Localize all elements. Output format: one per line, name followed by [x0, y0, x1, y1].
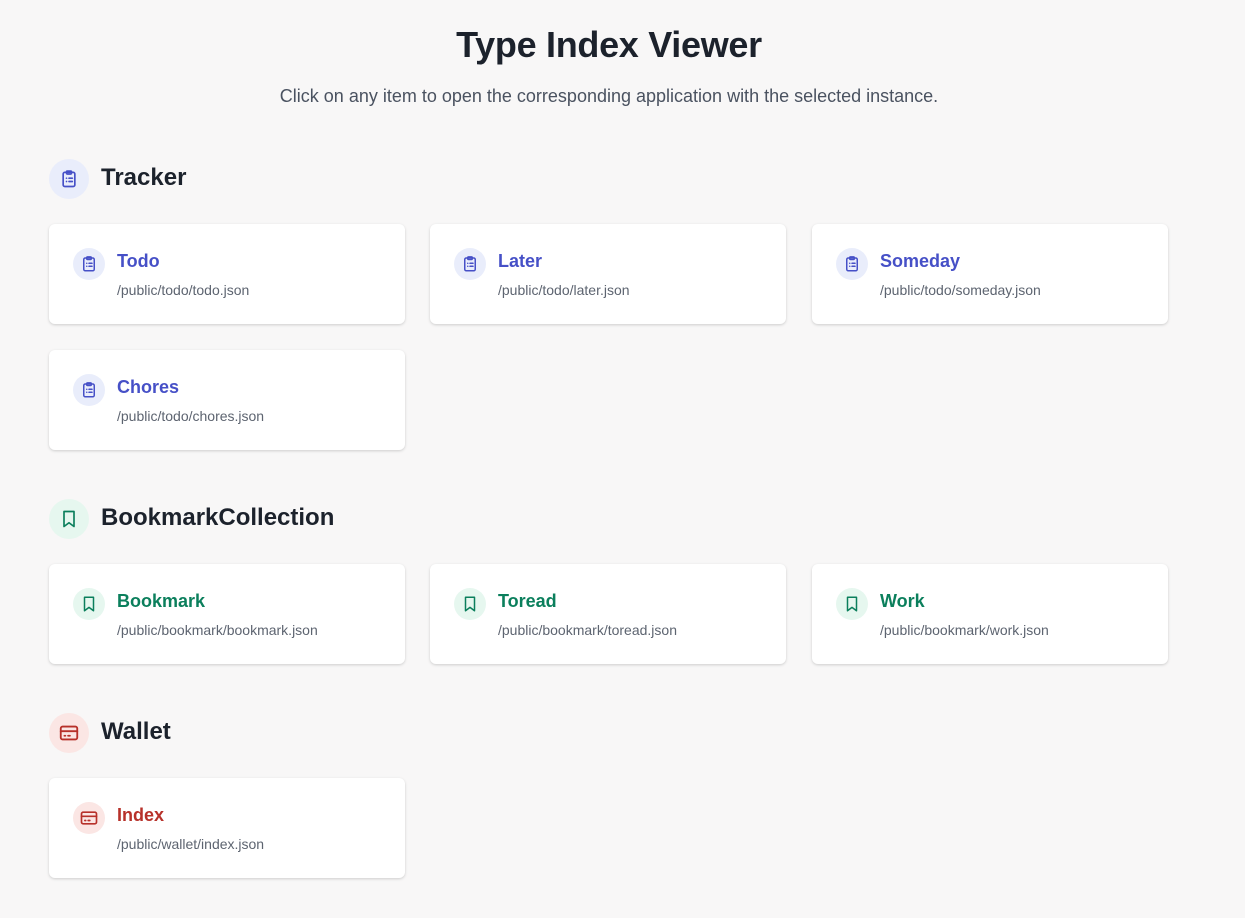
- bookmark-icon: [454, 588, 486, 620]
- section-wallet: Wallet Index /public/wallet/index.json: [49, 713, 1169, 878]
- card-title: Someday: [880, 251, 961, 271]
- bookmark-icon: [49, 499, 89, 539]
- clipboard-list-icon: [73, 248, 105, 280]
- card-title: Todo: [117, 251, 160, 271]
- card-path: /public/bookmark/toread.json: [498, 622, 677, 638]
- section-header: Tracker: [49, 159, 1169, 199]
- clipboard-list-icon: [49, 159, 89, 199]
- card-title: Chores: [117, 377, 180, 397]
- credit-card-icon: [73, 802, 105, 834]
- page-title: Type Index Viewer: [456, 24, 762, 65]
- section-title-wallet: Wallet: [101, 718, 171, 745]
- section-header: BookmarkCollection: [49, 499, 1169, 539]
- card-bookmark[interactable]: Bookmark /public/bookmark/bookmark.json: [49, 564, 405, 664]
- card-later[interactable]: Later /public/todo/later.json: [430, 224, 786, 324]
- section-title-bookmark-collection: BookmarkCollection: [101, 504, 335, 531]
- card-title: Bookmark: [117, 591, 206, 611]
- card-todo[interactable]: Todo /public/todo/todo.json: [49, 224, 405, 324]
- clipboard-list-icon: [73, 374, 105, 406]
- clipboard-list-icon: [836, 248, 868, 280]
- card-someday[interactable]: Someday /public/todo/someday.json: [812, 224, 1168, 324]
- page-subtitle: Click on any item to open the correspond…: [279, 86, 939, 106]
- card-work[interactable]: Work /public/bookmark/work.json: [812, 564, 1168, 664]
- card-path: /public/todo/someday.json: [880, 282, 1041, 298]
- card-path: /public/bookmark/work.json: [880, 622, 1049, 638]
- card-title: Toread: [498, 591, 557, 611]
- card-index[interactable]: Index /public/wallet/index.json: [49, 778, 405, 878]
- card-path: /public/todo/todo.json: [117, 282, 250, 298]
- credit-card-icon: [49, 713, 89, 753]
- section-tracker: Tracker Todo /public/todo/todo.json Late…: [49, 159, 1169, 450]
- card-toread[interactable]: Toread /public/bookmark/toread.json: [430, 564, 786, 664]
- card-path: /public/bookmark/bookmark.json: [117, 622, 318, 638]
- card-title: Work: [880, 591, 925, 611]
- bookmark-icon: [836, 588, 868, 620]
- section-header: Wallet: [49, 713, 1169, 753]
- card-title: Index: [117, 805, 165, 825]
- card-path: /public/todo/chores.json: [117, 408, 265, 424]
- bookmark-icon: [73, 588, 105, 620]
- card-chores[interactable]: Chores /public/todo/chores.json: [49, 350, 405, 450]
- clipboard-list-icon: [454, 248, 486, 280]
- section-title-tracker: Tracker: [101, 164, 187, 191]
- type-index-viewer-page: Type Index Viewer Click on any item to o…: [0, 0, 1245, 918]
- card-path: /public/todo/later.json: [498, 282, 630, 298]
- card-path: /public/wallet/index.json: [117, 836, 265, 852]
- card-title: Later: [498, 251, 543, 271]
- section-bookmark-collection: BookmarkCollection Bookmark /public/book…: [49, 499, 1169, 664]
